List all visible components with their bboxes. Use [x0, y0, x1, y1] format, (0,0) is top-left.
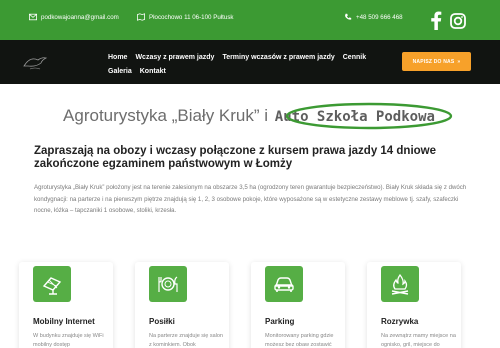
phone-text: +48 509 666 468 — [356, 13, 403, 21]
nav-item-terminy[interactable]: Terminy wczasów z prawem jazdy — [222, 51, 334, 65]
phone-info[interactable]: +48 509 666 468 — [344, 13, 403, 21]
feature-text: W budynku znajduje się WiFi mobilny dost… — [33, 333, 104, 348]
title-part1: Agroturystyka „Biały Kruk” i — [63, 106, 269, 125]
intro-paragraph: Agroturystyka „Biały Kruk” położony jest… — [34, 184, 467, 214]
facebook-icon[interactable] — [430, 11, 442, 30]
email-text: podkowajoanna@gmail.com — [41, 13, 119, 21]
nav-item-wczasy[interactable]: Wczasy z prawem jazdy — [135, 51, 214, 65]
solar-panel-icon — [42, 277, 62, 295]
section-subtitle: Zapraszają na obozy i wczasy połączone z… — [34, 145, 437, 170]
nav-item-cennik[interactable]: Cennik — [343, 51, 366, 65]
feature-title: Posiłki — [149, 317, 175, 326]
feature-icon-box — [149, 266, 187, 302]
top-info-bar: podkowajoanna@gmail.com Płocochowo 11 06… — [0, 0, 500, 40]
feature-card-meals: Posiłki Na parterze znajduje się salon z… — [135, 262, 229, 348]
phone-icon — [345, 13, 352, 20]
car-icon — [274, 277, 294, 292]
feature-card-internet: Mobilny Internet W budynku znajduje się … — [19, 262, 113, 348]
contact-cta-button[interactable]: NAPISZ DO NAS » — [402, 52, 471, 71]
campfire-icon — [391, 273, 409, 295]
chevron-right-icon: » — [457, 58, 461, 65]
feature-title: Parking — [265, 317, 295, 326]
map-icon — [137, 13, 145, 21]
feature-card-entertainment: Rozrywka Na zewnątrz mamy miejsce na ogn… — [367, 262, 461, 348]
feature-title: Mobilny Internet — [33, 317, 95, 326]
address-text: Płocochowo 11 06-100 Pułtusk — [149, 13, 234, 21]
email-info[interactable]: podkowajoanna@gmail.com — [29, 13, 119, 21]
feature-text: Na zewnątrz mamy miejsce na ognisko, gri… — [381, 333, 456, 348]
cta-label: NAPISZ DO NAS — [412, 58, 455, 65]
feature-icon-box — [381, 266, 419, 302]
feature-card-parking: Parking Monitorowany parking gdzie możes… — [251, 262, 345, 348]
feature-text: Monitorowany parking gdzie możesz bez ob… — [265, 333, 334, 348]
address-info: Płocochowo 11 06-100 Pułtusk — [137, 13, 234, 21]
dining-icon — [158, 276, 178, 292]
nav-item-kontakt[interactable]: Kontakt — [140, 65, 166, 79]
nav-links: Home Wczasy z prawem jazdy Terminy wczasów… — [108, 51, 378, 79]
nav-item-galeria[interactable]: Galeria — [108, 65, 132, 79]
instagram-icon[interactable] — [450, 13, 466, 29]
feature-icon-box — [33, 266, 71, 302]
bird-logo-icon[interactable] — [22, 52, 48, 72]
nav-item-home[interactable]: Home — [108, 51, 127, 65]
feature-title: Rozrywka — [381, 317, 419, 326]
highlight-oval — [285, 102, 453, 130]
mail-icon — [29, 13, 37, 21]
feature-text: Na parterze znajduje się salon z kominki… — [149, 333, 223, 348]
feature-icon-box — [265, 266, 303, 302]
